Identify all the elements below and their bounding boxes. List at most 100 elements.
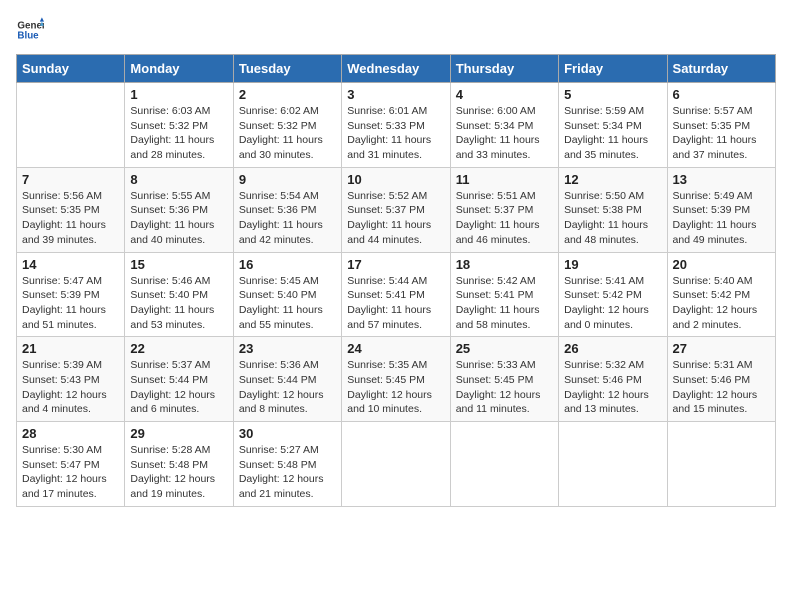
- day-number: 23: [239, 341, 336, 356]
- calendar-week-3: 14 Sunrise: 5:47 AM Sunset: 5:39 PM Dayli…: [17, 252, 776, 337]
- day-info: Sunrise: 5:49 AM Sunset: 5:39 PM Dayligh…: [673, 189, 770, 248]
- calendar-cell: 28 Sunrise: 5:30 AM Sunset: 5:47 PM Dayli…: [17, 422, 125, 507]
- day-info: Sunrise: 5:31 AM Sunset: 5:46 PM Dayligh…: [673, 358, 770, 417]
- day-info: Sunrise: 5:56 AM Sunset: 5:35 PM Dayligh…: [22, 189, 119, 248]
- day-number: 12: [564, 172, 661, 187]
- day-number: 25: [456, 341, 553, 356]
- day-info: Sunrise: 5:54 AM Sunset: 5:36 PM Dayligh…: [239, 189, 336, 248]
- day-info: Sunrise: 6:02 AM Sunset: 5:32 PM Dayligh…: [239, 104, 336, 163]
- calendar-cell: 26 Sunrise: 5:32 AM Sunset: 5:46 PM Dayli…: [559, 337, 667, 422]
- day-info: Sunrise: 5:40 AM Sunset: 5:42 PM Dayligh…: [673, 274, 770, 333]
- column-header-thursday: Thursday: [450, 55, 558, 83]
- day-info: Sunrise: 5:41 AM Sunset: 5:42 PM Dayligh…: [564, 274, 661, 333]
- day-number: 22: [130, 341, 227, 356]
- day-number: 18: [456, 257, 553, 272]
- day-number: 17: [347, 257, 444, 272]
- calendar-cell: 7 Sunrise: 5:56 AM Sunset: 5:35 PM Daylig…: [17, 167, 125, 252]
- day-number: 6: [673, 87, 770, 102]
- column-header-sunday: Sunday: [17, 55, 125, 83]
- day-info: Sunrise: 5:28 AM Sunset: 5:48 PM Dayligh…: [130, 443, 227, 502]
- day-info: Sunrise: 5:55 AM Sunset: 5:36 PM Dayligh…: [130, 189, 227, 248]
- calendar-cell: 1 Sunrise: 6:03 AM Sunset: 5:32 PM Daylig…: [125, 83, 233, 168]
- day-number: 16: [239, 257, 336, 272]
- day-number: 11: [456, 172, 553, 187]
- calendar-cell: 21Sunrise: 5:39 AM Sunset: 5:43 PM Dayli…: [17, 337, 125, 422]
- calendar-cell: [667, 422, 775, 507]
- day-number: 27: [673, 341, 770, 356]
- svg-text:Blue: Blue: [17, 30, 39, 41]
- calendar-table: SundayMondayTuesdayWednesdayThursdayFrid…: [16, 54, 776, 507]
- calendar-cell: 27 Sunrise: 5:31 AM Sunset: 5:46 PM Dayli…: [667, 337, 775, 422]
- calendar-cell: [559, 422, 667, 507]
- day-number: 28: [22, 426, 119, 441]
- calendar-cell: [450, 422, 558, 507]
- day-number: 7: [22, 172, 119, 187]
- day-number: 8: [130, 172, 227, 187]
- calendar-cell: 19Sunrise: 5:41 AM Sunset: 5:42 PM Dayli…: [559, 252, 667, 337]
- calendar-week-2: 7 Sunrise: 5:56 AM Sunset: 5:35 PM Daylig…: [17, 167, 776, 252]
- column-header-friday: Friday: [559, 55, 667, 83]
- calendar-cell: 2 Sunrise: 6:02 AM Sunset: 5:32 PM Daylig…: [233, 83, 341, 168]
- calendar-week-1: 1 Sunrise: 6:03 AM Sunset: 5:32 PM Daylig…: [17, 83, 776, 168]
- day-info: Sunrise: 5:35 AM Sunset: 5:45 PM Dayligh…: [347, 358, 444, 417]
- day-number: 14: [22, 257, 119, 272]
- day-number: 15: [130, 257, 227, 272]
- day-number: 2: [239, 87, 336, 102]
- day-number: 4: [456, 87, 553, 102]
- logo: General Blue: [16, 16, 48, 44]
- day-number: 10: [347, 172, 444, 187]
- calendar-cell: 13 Sunrise: 5:49 AM Sunset: 5:39 PM Dayli…: [667, 167, 775, 252]
- calendar-cell: 12 Sunrise: 5:50 AM Sunset: 5:38 PM Dayli…: [559, 167, 667, 252]
- day-number: 13: [673, 172, 770, 187]
- calendar-cell: 5 Sunrise: 5:59 AM Sunset: 5:34 PM Daylig…: [559, 83, 667, 168]
- day-number: 9: [239, 172, 336, 187]
- day-info: Sunrise: 5:59 AM Sunset: 5:34 PM Dayligh…: [564, 104, 661, 163]
- day-info: Sunrise: 5:36 AM Sunset: 5:44 PM Dayligh…: [239, 358, 336, 417]
- calendar-cell: 9 Sunrise: 5:54 AM Sunset: 5:36 PM Daylig…: [233, 167, 341, 252]
- calendar-cell: 18Sunrise: 5:42 AM Sunset: 5:41 PM Dayli…: [450, 252, 558, 337]
- calendar-cell: 16 Sunrise: 5:45 AM Sunset: 5:40 PM Dayli…: [233, 252, 341, 337]
- day-info: Sunrise: 5:45 AM Sunset: 5:40 PM Dayligh…: [239, 274, 336, 333]
- header: General Blue: [16, 16, 776, 44]
- logo-icon: General Blue: [16, 16, 44, 44]
- day-info: Sunrise: 5:30 AM Sunset: 5:47 PM Dayligh…: [22, 443, 119, 502]
- calendar-cell: 8 Sunrise: 5:55 AM Sunset: 5:36 PM Daylig…: [125, 167, 233, 252]
- column-header-tuesday: Tuesday: [233, 55, 341, 83]
- day-number: 21: [22, 341, 119, 356]
- day-number: 5: [564, 87, 661, 102]
- day-info: Sunrise: 5:51 AM Sunset: 5:37 PM Dayligh…: [456, 189, 553, 248]
- calendar-week-5: 28 Sunrise: 5:30 AM Sunset: 5:47 PM Dayli…: [17, 422, 776, 507]
- day-info: Sunrise: 5:57 AM Sunset: 5:35 PM Dayligh…: [673, 104, 770, 163]
- calendar-cell: [342, 422, 450, 507]
- day-number: 1: [130, 87, 227, 102]
- day-info: Sunrise: 5:47 AM Sunset: 5:39 PM Dayligh…: [22, 274, 119, 333]
- day-number: 24: [347, 341, 444, 356]
- calendar-cell: 10Sunrise: 5:52 AM Sunset: 5:37 PM Dayli…: [342, 167, 450, 252]
- day-info: Sunrise: 5:37 AM Sunset: 5:44 PM Dayligh…: [130, 358, 227, 417]
- calendar-cell: 14 Sunrise: 5:47 AM Sunset: 5:39 PM Dayli…: [17, 252, 125, 337]
- day-info: Sunrise: 5:50 AM Sunset: 5:38 PM Dayligh…: [564, 189, 661, 248]
- calendar-cell: 25 Sunrise: 5:33 AM Sunset: 5:45 PM Dayli…: [450, 337, 558, 422]
- calendar-cell: [17, 83, 125, 168]
- day-number: 26: [564, 341, 661, 356]
- day-info: Sunrise: 6:03 AM Sunset: 5:32 PM Dayligh…: [130, 104, 227, 163]
- day-number: 29: [130, 426, 227, 441]
- calendar-cell: 23 Sunrise: 5:36 AM Sunset: 5:44 PM Dayli…: [233, 337, 341, 422]
- column-header-wednesday: Wednesday: [342, 55, 450, 83]
- column-header-monday: Monday: [125, 55, 233, 83]
- calendar-cell: 30 Sunrise: 5:27 AM Sunset: 5:48 PM Dayli…: [233, 422, 341, 507]
- day-info: Sunrise: 5:27 AM Sunset: 5:48 PM Dayligh…: [239, 443, 336, 502]
- day-info: Sunrise: 5:33 AM Sunset: 5:45 PM Dayligh…: [456, 358, 553, 417]
- day-number: 20: [673, 257, 770, 272]
- day-number: 30: [239, 426, 336, 441]
- calendar-cell: 11 Sunrise: 5:51 AM Sunset: 5:37 PM Dayli…: [450, 167, 558, 252]
- day-info: Sunrise: 5:46 AM Sunset: 5:40 PM Dayligh…: [130, 274, 227, 333]
- day-info: Sunrise: 5:32 AM Sunset: 5:46 PM Dayligh…: [564, 358, 661, 417]
- calendar-cell: 20 Sunrise: 5:40 AM Sunset: 5:42 PM Dayli…: [667, 252, 775, 337]
- calendar-cell: 3 Sunrise: 6:01 AM Sunset: 5:33 PM Daylig…: [342, 83, 450, 168]
- day-number: 3: [347, 87, 444, 102]
- calendar-week-4: 21Sunrise: 5:39 AM Sunset: 5:43 PM Dayli…: [17, 337, 776, 422]
- day-info: Sunrise: 6:00 AM Sunset: 5:34 PM Dayligh…: [456, 104, 553, 163]
- calendar-cell: 22 Sunrise: 5:37 AM Sunset: 5:44 PM Dayli…: [125, 337, 233, 422]
- day-info: Sunrise: 6:01 AM Sunset: 5:33 PM Dayligh…: [347, 104, 444, 163]
